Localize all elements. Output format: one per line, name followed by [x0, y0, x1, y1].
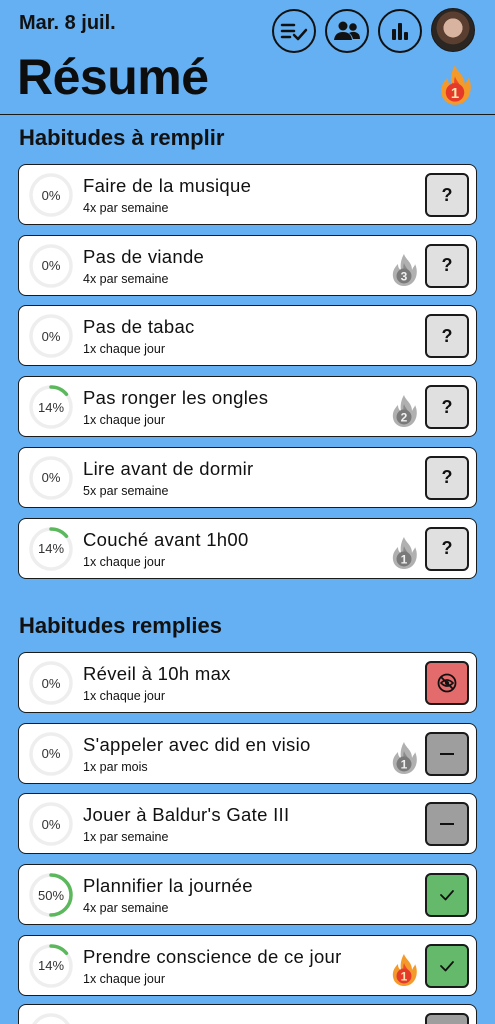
habit-check-button[interactable]: ?	[425, 314, 469, 359]
habit-card[interactable]: 14% Pas ronger les ongles 1x chaque jour 2…	[18, 376, 477, 438]
streak-flame-icon: 2	[390, 394, 418, 428]
habit-name: Pas ronger les ongles	[83, 387, 269, 409]
habit-card[interactable]: 50% Plannifier la journée 4x par semaine	[18, 864, 477, 926]
streak-flame-icon: 1	[390, 741, 418, 775]
habit-card[interactable]: 0% Lire avant de dormir 5x par semaine?	[18, 446, 477, 508]
habit-frequency: 1x chaque jour	[83, 554, 166, 569]
check-icon	[440, 890, 454, 901]
svg-text:1: 1	[401, 552, 408, 566]
section-title-to-fill: Habitudes à remplir	[19, 125, 225, 150]
habit-card[interactable]: 0% Pas de viande 4x par semaine 3 ?	[18, 234, 477, 296]
habit-frequency: 4x par semaine	[83, 271, 169, 286]
group-icon	[334, 21, 360, 40]
habit-name: Plannifier la journée	[83, 875, 253, 897]
progress-percent: 0%	[41, 258, 61, 274]
habit-status-button[interactable]	[425, 873, 469, 918]
habit-frequency: 1x chaque jour	[83, 413, 166, 428]
habit-card[interactable]: 14% Prendre conscience de ce jour 1x chaqu…	[18, 934, 477, 996]
progress-percent: 0%	[41, 816, 61, 832]
progress-percent: 14%	[37, 958, 65, 974]
streak-flame-icon: 1	[437, 64, 473, 111]
check-icon	[440, 960, 454, 972]
habit-card[interactable]: 0% Jouer à Baldur's Gate III 1x par semain…	[18, 793, 477, 855]
avatar[interactable]	[431, 8, 475, 52]
habit-frequency: 1x chaque jour	[83, 689, 166, 703]
habit-card[interactable]: 0% Faire de la musique 4x par semaine?	[18, 164, 477, 225]
blocked-eye-icon	[437, 673, 457, 693]
progress-percent: 50%	[37, 887, 65, 903]
habit-frequency: 1x par semaine	[83, 830, 169, 845]
habit-card[interactable]: 0% Réveil à 10h max 1x chaque jour	[18, 652, 477, 713]
progress-percent: 14%	[37, 399, 65, 415]
habit-frequency: 1x chaque jour	[83, 971, 166, 986]
checklist-icon	[280, 23, 308, 41]
app-header: Mar. 8 juil. Résumé 1	[0, 0, 495, 115]
habit-name: Lire avant de dormir	[83, 457, 254, 479]
habit-name: Jouer à Baldur's Gate III	[83, 804, 290, 826]
friends-button[interactable]	[325, 9, 369, 53]
habit-check-button[interactable]: ?	[425, 243, 469, 288]
streak-count: 1	[451, 86, 459, 102]
streak-flame-icon: 1	[390, 953, 418, 987]
habit-status-button[interactable]	[425, 1013, 469, 1024]
habit-check-button[interactable]: ?	[425, 526, 469, 571]
stats-button[interactable]	[378, 9, 422, 53]
progress-percent: 0%	[41, 328, 61, 344]
habits-list-button[interactable]	[272, 9, 316, 53]
habit-name: Prendre conscience de ce jour	[83, 945, 342, 967]
habit-name: Pas de tabac	[83, 316, 195, 338]
svg-text:1: 1	[401, 969, 408, 983]
svg-text:1: 1	[401, 757, 408, 771]
habit-frequency: 1x chaque jour	[83, 342, 166, 357]
svg-text:2: 2	[401, 411, 408, 425]
progress-percent: 0%	[41, 746, 61, 762]
habit-frequency: 5x par semaine	[83, 483, 169, 498]
progress-percent: 14%	[37, 541, 65, 556]
habit-name: Couché avant 1h00	[83, 528, 249, 550]
habit-status-button[interactable]	[425, 731, 469, 776]
progress-percent: 0%	[41, 187, 61, 203]
date-label: Mar. 8 juil.	[19, 12, 116, 34]
habit-frequency: 1x par mois	[83, 759, 148, 774]
dash-icon	[440, 823, 454, 826]
habit-name: S'appeler avec did en visio	[83, 733, 311, 755]
habit-frequency: 4x par semaine	[83, 201, 169, 215]
progress-ring	[32, 1013, 70, 1024]
habit-check-button[interactable]: ?	[425, 385, 469, 430]
progress-percent: 0%	[41, 675, 61, 691]
svg-text:3: 3	[401, 269, 408, 283]
habit-card[interactable]: 14% Couché avant 1h00 1x chaque jour 1 ?	[18, 517, 477, 579]
section-title-filled: Habitudes remplies	[19, 613, 222, 638]
habit-card-partial[interactable]	[18, 1004, 477, 1024]
habit-status-button[interactable]	[425, 802, 469, 847]
page-title: Résumé	[17, 49, 209, 105]
habit-check-button[interactable]: ?	[425, 455, 469, 500]
habit-card[interactable]: 0% Pas de tabac 1x chaque jour?	[18, 305, 477, 367]
habit-name: Pas de viande	[83, 245, 205, 267]
dash-icon	[440, 752, 454, 755]
habit-name: Faire de la musique	[83, 175, 252, 196]
habit-frequency: 4x par semaine	[83, 901, 169, 916]
habit-card[interactable]: 0% S'appeler avec did en visio 1x par mois…	[18, 722, 477, 784]
bar-chart-icon	[392, 23, 408, 40]
habit-status-button[interactable]	[425, 661, 469, 705]
streak-flame-icon: 3	[390, 253, 418, 287]
habit-status-button[interactable]	[425, 943, 469, 988]
progress-percent: 0%	[41, 470, 61, 486]
streak-flame-icon: 1	[390, 536, 418, 570]
habit-name: Réveil à 10h max	[83, 663, 231, 684]
habit-check-button[interactable]: ?	[425, 173, 469, 217]
